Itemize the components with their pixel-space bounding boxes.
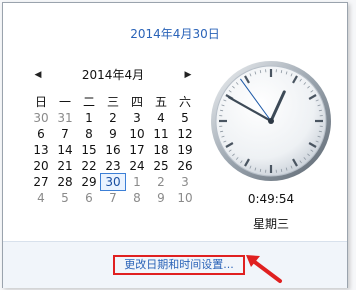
calendar-day[interactable]: 9 bbox=[101, 126, 125, 142]
calendar-week-row: 4 5 6 7 8 9 10 bbox=[29, 190, 197, 206]
weekday-header: 五 bbox=[154, 95, 167, 109]
calendar-day[interactable]: 13 bbox=[29, 142, 53, 158]
calendar-day[interactable]: 24 bbox=[125, 158, 149, 174]
weekday-label: 星期三 bbox=[252, 217, 289, 231]
month-title[interactable]: 2014年4月 bbox=[47, 67, 179, 83]
weekday-header: 四 bbox=[130, 95, 143, 109]
calendar-grid: 30 31 1 2 3 4 5 6 7 8 9 10 11 12 13 14 15 16 17 18 19 20 21 22 2… bbox=[29, 110, 197, 206]
calendar-day[interactable]: 1 bbox=[77, 110, 101, 126]
calendar-week-row: 6 7 8 9 10 11 12 bbox=[29, 126, 197, 142]
calendar-day[interactable]: 16 bbox=[101, 142, 125, 158]
calendar-header: ◀ 2014年4月 ▶ bbox=[27, 67, 199, 85]
calendar-day[interactable]: 25 bbox=[149, 158, 173, 174]
calendar-week-row: 13 14 15 16 17 18 19 bbox=[29, 142, 197, 158]
calendar-day[interactable]: 20 bbox=[29, 158, 53, 174]
calendar-day[interactable]: 5 bbox=[173, 110, 197, 126]
calendar-day[interactable]: 7 bbox=[101, 190, 125, 206]
calendar-day[interactable]: 29 bbox=[77, 174, 101, 190]
calendar-day[interactable]: 10 bbox=[125, 126, 149, 142]
digital-time: 0:49:54 bbox=[247, 192, 295, 206]
calendar-day[interactable]: 1 bbox=[125, 174, 149, 190]
calendar-day[interactable]: 31 bbox=[53, 110, 77, 126]
calendar-week-row: 30 31 1 2 3 4 5 bbox=[29, 110, 197, 126]
calendar-day[interactable]: 2 bbox=[101, 110, 125, 126]
calendar-day[interactable]: 10 bbox=[173, 190, 197, 206]
calendar-day[interactable]: 3 bbox=[125, 110, 149, 126]
weekday-header: 三 bbox=[106, 95, 119, 109]
weekday-header: 日 bbox=[34, 95, 47, 109]
clock-center bbox=[268, 118, 274, 124]
calendar-day[interactable]: 27 bbox=[29, 174, 53, 190]
calendar-day[interactable]: 4 bbox=[149, 110, 173, 126]
calendar-day[interactable]: 3 bbox=[173, 174, 197, 190]
calendar-day[interactable]: 23 bbox=[101, 158, 125, 174]
date-time-flyout: 2014年4月30日 ◀ 2014年4月 ▶ 日一二三四五六 30 31 1 2 3 4 5… bbox=[2, 2, 348, 288]
calendar-day[interactable]: 8 bbox=[77, 126, 101, 142]
settings-footer: 更改日期和时间设置... bbox=[3, 241, 347, 288]
previous-month-icon[interactable]: ◀ bbox=[31, 67, 45, 83]
next-month-icon[interactable]: ▶ bbox=[181, 67, 195, 83]
calendar-day[interactable]: 17 bbox=[125, 142, 149, 158]
calendar-day[interactable]: 15 bbox=[77, 142, 101, 158]
calendar-day[interactable]: 4 bbox=[29, 190, 53, 206]
calendar-day[interactable]: 2 bbox=[149, 174, 173, 190]
calendar-week-row: 27 28 29 30 1 2 3 bbox=[29, 173, 197, 191]
analog-clock bbox=[211, 61, 331, 181]
red-arrow-annotation bbox=[246, 255, 282, 283]
change-date-time-settings-link[interactable]: 更改日期和时间设置... bbox=[113, 255, 245, 275]
long-date-header[interactable]: 2014年4月30日 bbox=[3, 25, 347, 42]
calendar-day[interactable]: 5 bbox=[53, 190, 77, 206]
calendar-day[interactable]: 6 bbox=[77, 190, 101, 206]
weekday-header: 一 bbox=[58, 95, 71, 109]
calendar-day[interactable]: 22 bbox=[77, 158, 101, 174]
calendar-day[interactable]: 12 bbox=[173, 126, 197, 142]
calendar-day[interactable]: 18 bbox=[149, 142, 173, 158]
calendar-day[interactable]: 30 bbox=[29, 110, 53, 126]
calendar-day[interactable]: 21 bbox=[53, 158, 77, 174]
calendar-week-row: 20 21 22 23 24 25 26 bbox=[29, 158, 197, 174]
calendar-day[interactable]: 28 bbox=[53, 174, 77, 190]
weekday-header: 二 bbox=[82, 95, 95, 109]
calendar-day[interactable]: 6 bbox=[29, 126, 53, 142]
calendar-day-today[interactable]: 30 bbox=[100, 173, 126, 191]
calendar-day[interactable]: 9 bbox=[149, 190, 173, 206]
calendar-day[interactable]: 11 bbox=[149, 126, 173, 142]
calendar-day[interactable]: 7 bbox=[53, 126, 77, 142]
weekday-row: 日一二三四五六 bbox=[29, 94, 197, 110]
calendar-day[interactable]: 14 bbox=[53, 142, 77, 158]
calendar-day[interactable]: 26 bbox=[173, 158, 197, 174]
calendar-day[interactable]: 19 bbox=[173, 142, 197, 158]
weekday-header: 六 bbox=[178, 95, 191, 109]
calendar-day[interactable]: 8 bbox=[125, 190, 149, 206]
